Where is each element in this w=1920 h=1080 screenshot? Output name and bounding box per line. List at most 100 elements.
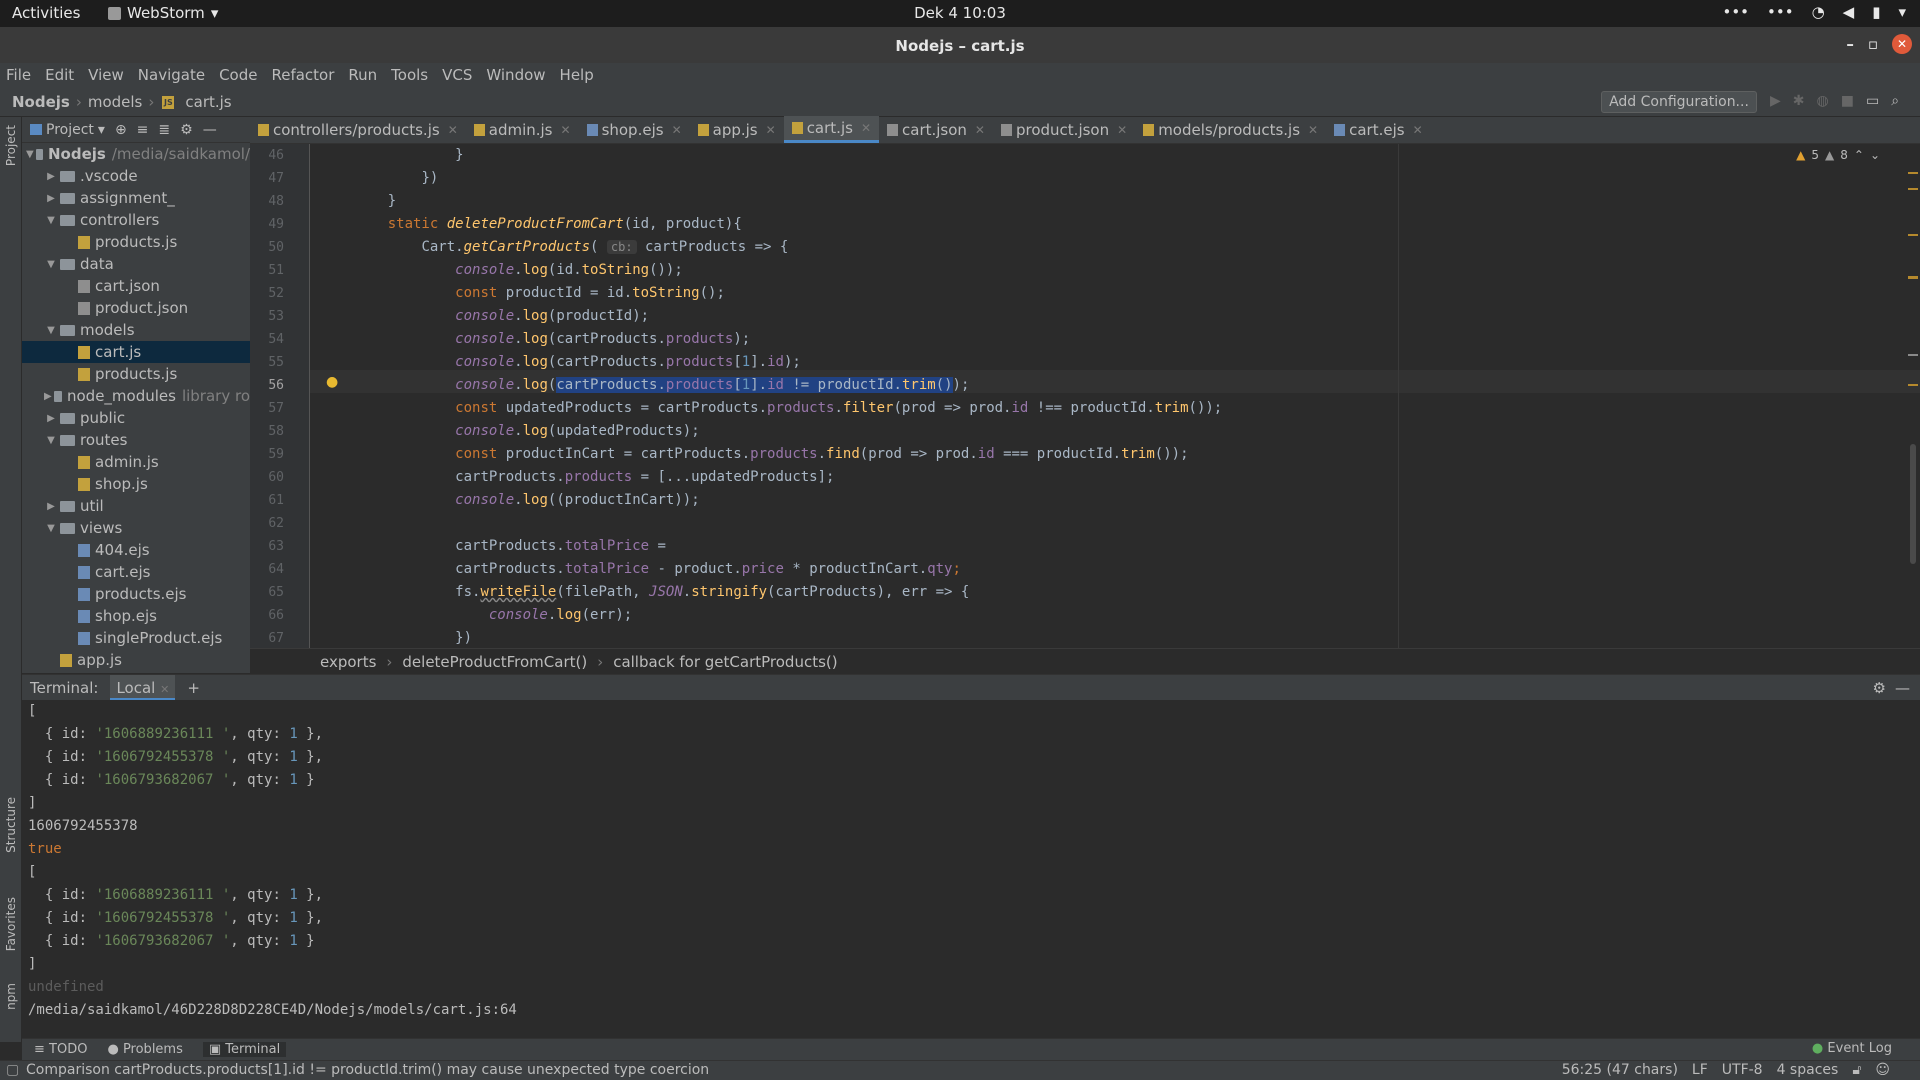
menu-run[interactable]: Run bbox=[348, 66, 377, 84]
editor-tab[interactable]: models/products.js ✕ bbox=[1135, 116, 1326, 143]
tree-item[interactable]: ▶ node_modules library ro bbox=[22, 385, 250, 407]
status-square-icon[interactable]: ▢ bbox=[6, 1062, 19, 1078]
stop-icon[interactable]: ■ bbox=[1841, 93, 1854, 109]
terminal-tab[interactable]: ▣ Terminal bbox=[202, 1042, 287, 1057]
caret-position[interactable]: 56:25 (47 chars) bbox=[1562, 1062, 1678, 1078]
editor-tab[interactable]: controllers/products.js ✕ bbox=[250, 116, 466, 143]
project-tool-button[interactable]: Project bbox=[4, 125, 18, 166]
tree-item[interactable]: singleProduct.ejs bbox=[22, 627, 250, 649]
system-tray[interactable]: ••• ••• ◔ ◀ ▮ ▾ bbox=[1722, 3, 1906, 21]
close-icon[interactable]: ✕ bbox=[975, 123, 985, 137]
expand-all-icon[interactable]: ≡ bbox=[137, 122, 149, 138]
volume-icon[interactable]: ◀ bbox=[1843, 3, 1855, 21]
editor-scrollbar[interactable] bbox=[1906, 144, 1920, 648]
gear-icon[interactable]: ⚙ bbox=[1873, 679, 1886, 697]
gear-icon[interactable]: ⚙ bbox=[180, 122, 193, 138]
hide-icon[interactable]: — bbox=[203, 122, 217, 138]
tree-item[interactable]: ▼ Nodejs/media/saidkamol/ bbox=[22, 143, 250, 165]
menu-window[interactable]: Window bbox=[486, 66, 545, 84]
tree-item[interactable]: ▼ models bbox=[22, 319, 250, 341]
line-separator[interactable]: LF bbox=[1692, 1062, 1708, 1078]
minimize-icon[interactable]: – bbox=[1846, 35, 1854, 53]
caret-down-icon[interactable]: ▾ bbox=[1898, 3, 1906, 21]
tree-item[interactable]: ▶ assignment_ bbox=[22, 187, 250, 209]
editor-tab[interactable]: cart.js ✕ bbox=[783, 116, 879, 143]
tree-item[interactable]: cart.js bbox=[22, 341, 250, 363]
chevron-down-icon[interactable]: ▼ bbox=[44, 435, 58, 446]
line-number[interactable]: 63 bbox=[250, 539, 284, 554]
tree-item[interactable]: admin.js bbox=[22, 451, 250, 473]
code-crumb-exports[interactable]: exports bbox=[320, 653, 376, 671]
editor-tab[interactable]: product.json ✕ bbox=[993, 116, 1135, 143]
tree-item[interactable]: shop.ejs bbox=[22, 605, 250, 627]
code-crumb-callback[interactable]: callback for getCartProducts() bbox=[613, 653, 837, 671]
code-area[interactable]: } }) } static deleteProductFromCart(id, … bbox=[250, 144, 1920, 646]
terminal-tab-local[interactable]: Local ✕ bbox=[110, 674, 176, 701]
chevron-down-icon[interactable]: ▼ bbox=[44, 523, 58, 534]
tree-item[interactable]: cart.ejs bbox=[22, 561, 250, 583]
run-icon[interactable]: ▶ bbox=[1770, 93, 1781, 109]
menu-view[interactable]: View bbox=[88, 66, 124, 84]
tree-item[interactable]: cart.json bbox=[22, 275, 250, 297]
menu-refactor[interactable]: Refactor bbox=[271, 66, 334, 84]
tree-item[interactable]: 404.ejs bbox=[22, 539, 250, 561]
close-icon[interactable]: ✕ bbox=[1308, 123, 1318, 137]
menu-help[interactable]: Help bbox=[560, 66, 594, 84]
battery-icon[interactable]: ▮ bbox=[1872, 3, 1880, 21]
crumb-file[interactable]: cart.js bbox=[185, 93, 231, 111]
menu-vcs[interactable]: VCS bbox=[442, 66, 472, 84]
code-editor[interactable]: 46 47 48 49 50 51 52 53 54 55 56 57 58 59 60 61 62 63 64 65… bbox=[250, 144, 1920, 648]
more-icon[interactable]: ••• bbox=[1722, 3, 1749, 21]
debug-icon[interactable]: ✱ bbox=[1793, 93, 1805, 109]
add-configuration-button[interactable]: Add Configuration... bbox=[1601, 91, 1757, 113]
crumb-folder[interactable]: models bbox=[88, 93, 143, 111]
close-icon[interactable]: ✕ bbox=[561, 123, 571, 137]
coverage-icon[interactable]: ◍ bbox=[1817, 93, 1829, 109]
tree-item[interactable]: ▶ .vscode bbox=[22, 165, 250, 187]
tree-item[interactable]: products.js bbox=[22, 363, 250, 385]
chevron-right-icon[interactable]: ▶ bbox=[44, 413, 58, 424]
layout-icon[interactable]: ▭ bbox=[1866, 93, 1879, 109]
chevron-down-icon[interactable]: ⌄ bbox=[1870, 148, 1880, 162]
search-icon[interactable]: ⌕ bbox=[1891, 93, 1899, 109]
chevron-down-icon[interactable]: ▼ bbox=[44, 325, 58, 336]
maximize-icon[interactable]: ▫ bbox=[1868, 35, 1878, 53]
tree-item[interactable]: ▶ util bbox=[22, 495, 250, 517]
inspection-widget[interactable]: ▲ 5 ▲ 8 ⌃ ⌄ bbox=[1796, 148, 1880, 162]
scroll-thumb[interactable] bbox=[1910, 444, 1916, 564]
tree-item[interactable]: ▼ routes bbox=[22, 429, 250, 451]
npm-tool-button[interactable]: npm bbox=[4, 983, 18, 1010]
line-number[interactable]: 64 bbox=[250, 562, 284, 577]
terminal-path-line[interactable]: /media/saidkamol/46D228D8D228CE4D/Nodejs… bbox=[28, 999, 517, 1022]
favorites-tool-button[interactable]: Favorites bbox=[4, 897, 18, 951]
clock[interactable]: Dek 4 10:03 bbox=[0, 4, 1920, 22]
chevron-up-icon[interactable]: ⌃ bbox=[1854, 148, 1864, 162]
code-crumb-method[interactable]: deleteProductFromCart() bbox=[402, 653, 587, 671]
line-number[interactable]: 67 bbox=[250, 631, 284, 646]
editor-tab[interactable]: cart.json ✕ bbox=[879, 116, 993, 143]
tree-item[interactable]: app.js bbox=[22, 649, 250, 671]
tree-item[interactable]: products.js bbox=[22, 231, 250, 253]
lightbulb-icon[interactable]: ● bbox=[326, 374, 338, 390]
editor-tab[interactable]: cart.ejs ✕ bbox=[1326, 116, 1431, 143]
locate-icon[interactable]: ⊕ bbox=[115, 122, 127, 138]
menu-edit[interactable]: Edit bbox=[45, 66, 74, 84]
line-number[interactable]: 65 bbox=[250, 585, 284, 600]
more-icon-2[interactable]: ••• bbox=[1767, 3, 1794, 21]
project-view-selector[interactable]: Project ▾ bbox=[30, 122, 105, 138]
close-icon[interactable]: ✕ bbox=[160, 683, 169, 696]
crumb-project[interactable]: Nodejs bbox=[12, 93, 70, 111]
tree-item[interactable]: ▼ data bbox=[22, 253, 250, 275]
wifi-icon[interactable]: ◔ bbox=[1812, 3, 1825, 21]
terminal-output[interactable]: [ { id: '1606889236111 ', qty: 1 }, { id… bbox=[22, 700, 1920, 1038]
close-icon[interactable]: ✕ bbox=[448, 123, 458, 137]
collapse-all-icon[interactable]: ≣ bbox=[158, 122, 170, 138]
indent-setting[interactable]: 4 spaces bbox=[1777, 1062, 1839, 1078]
chevron-right-icon[interactable]: ▶ bbox=[44, 391, 52, 402]
lock-icon[interactable]: 🔓︎ bbox=[1852, 1062, 1861, 1078]
status-message[interactable]: Comparison cartProducts.products[1].id !… bbox=[26, 1062, 709, 1078]
problems-tab[interactable]: ● Problems bbox=[107, 1042, 182, 1057]
chevron-down-icon[interactable]: ▼ bbox=[44, 259, 58, 270]
close-icon[interactable]: ✕ bbox=[766, 123, 776, 137]
hide-icon[interactable]: — bbox=[1895, 679, 1910, 697]
